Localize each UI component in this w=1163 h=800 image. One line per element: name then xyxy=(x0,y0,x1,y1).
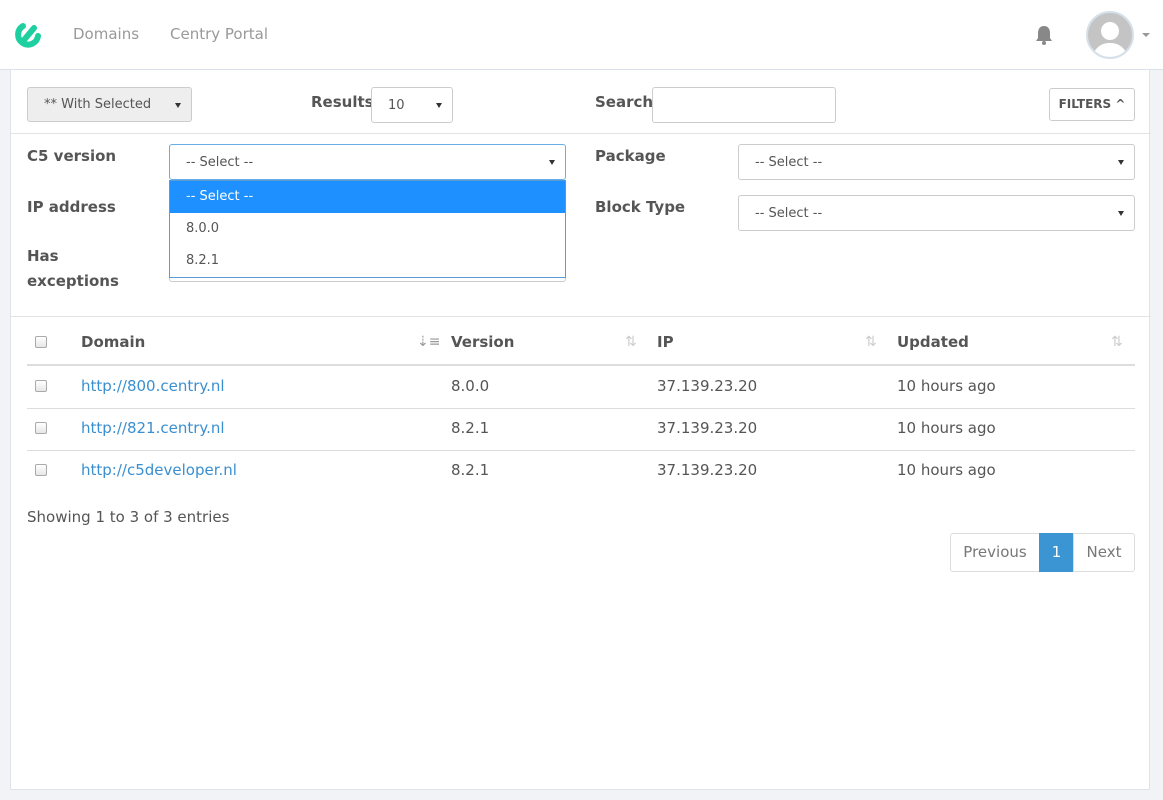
c5-version-select[interactable]: -- Select -- xyxy=(169,144,566,180)
divider xyxy=(11,316,1151,317)
updated-cell: 10 hours ago xyxy=(897,377,996,395)
option-821[interactable]: 8.2.1 xyxy=(170,245,565,277)
package-label: Package xyxy=(595,147,666,165)
chevron-down-icon[interactable] xyxy=(1142,33,1150,37)
ip-address-label: IP address xyxy=(27,198,116,216)
sort-desc-icon[interactable]: ⇣≡ xyxy=(417,334,440,350)
sort-icon[interactable]: ⇅ xyxy=(625,334,637,350)
filters-button[interactable]: FILTERS ^ xyxy=(1049,88,1135,121)
sort-icon[interactable]: ⇅ xyxy=(1111,334,1123,350)
row-checkbox[interactable] xyxy=(35,380,47,392)
row-divider xyxy=(27,408,1135,409)
package-select[interactable]: -- Select -- xyxy=(738,144,1135,180)
updated-cell: 10 hours ago xyxy=(897,419,996,437)
option-800[interactable]: 8.0.0 xyxy=(170,213,565,245)
page-1-button[interactable]: 1 xyxy=(1039,533,1074,572)
entries-info: Showing 1 to 3 of 3 entries xyxy=(27,508,230,526)
domain-link[interactable]: http://800.centry.nl xyxy=(81,377,225,395)
ip-cell: 37.139.23.20 xyxy=(657,377,758,395)
select-all-checkbox[interactable] xyxy=(35,336,47,348)
updated-cell: 10 hours ago xyxy=(897,461,996,479)
ip-cell: 37.139.23.20 xyxy=(657,419,758,437)
version-cell: 8.2.1 xyxy=(451,461,490,479)
previous-button[interactable]: Previous xyxy=(950,533,1040,572)
header-divider xyxy=(27,364,1135,366)
nav-centry-portal[interactable]: Centry Portal xyxy=(170,25,268,43)
has-exceptions-label: Has exceptions xyxy=(27,247,119,290)
header-ip[interactable]: IP xyxy=(657,333,674,351)
row-divider xyxy=(27,450,1135,451)
centry-logo[interactable] xyxy=(12,20,42,50)
block-type-value: -- Select -- xyxy=(755,205,823,221)
with-selected-label: ** With Selected xyxy=(44,97,152,112)
search-input[interactable] xyxy=(652,87,836,123)
header-updated[interactable]: Updated xyxy=(897,333,969,351)
top-navbar: Domains Centry Portal xyxy=(0,0,1163,70)
bell-icon[interactable] xyxy=(1033,24,1055,46)
c5-version-value: -- Select -- xyxy=(186,154,254,170)
search-label: Search xyxy=(595,93,654,111)
header-domain[interactable]: Domain xyxy=(81,333,145,351)
next-button[interactable]: Next xyxy=(1073,533,1135,572)
option-select[interactable]: -- Select -- xyxy=(170,181,565,213)
block-type-select[interactable]: -- Select -- xyxy=(738,195,1135,231)
block-type-label: Block Type xyxy=(595,198,686,216)
results-select[interactable]: 10 xyxy=(371,87,453,123)
user-avatar[interactable] xyxy=(1086,11,1134,59)
with-selected-dropdown[interactable]: ** With Selected xyxy=(27,87,192,122)
c5-version-dropdown-list: -- Select -- 8.0.0 8.2.1 xyxy=(169,180,566,278)
nav-domains[interactable]: Domains xyxy=(73,25,139,43)
domain-link[interactable]: http://821.centry.nl xyxy=(81,419,225,437)
domain-link[interactable]: http://c5developer.nl xyxy=(81,461,237,479)
version-cell: 8.2.1 xyxy=(451,419,490,437)
header-version[interactable]: Version xyxy=(451,333,514,351)
package-value: -- Select -- xyxy=(755,154,823,170)
divider xyxy=(11,133,1151,134)
ip-cell: 37.139.23.20 xyxy=(657,461,758,479)
main-panel: ** With Selected Results 10 Search FILTE… xyxy=(10,70,1151,790)
row-checkbox[interactable] xyxy=(35,464,47,476)
version-cell: 8.0.0 xyxy=(451,377,490,395)
results-value: 10 xyxy=(388,97,405,113)
sort-icon[interactable]: ⇅ xyxy=(865,334,877,350)
c5-version-label: C5 version xyxy=(27,147,117,165)
results-label: Results xyxy=(311,93,374,111)
row-checkbox[interactable] xyxy=(35,422,47,434)
